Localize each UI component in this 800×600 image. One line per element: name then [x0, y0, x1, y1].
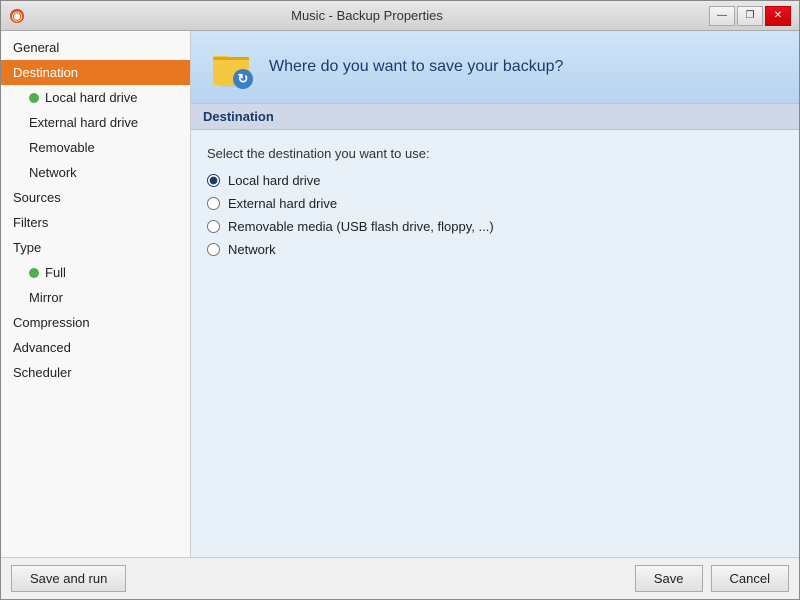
sidebar-item-label-scheduler: Scheduler — [13, 365, 72, 380]
radio-label-opt-removable: Removable media (USB flash drive, floppy… — [228, 219, 494, 234]
radio-label-opt-network: Network — [228, 242, 276, 257]
sidebar-item-local-hard-drive[interactable]: Local hard drive — [1, 85, 190, 110]
sidebar-item-compression[interactable]: Compression — [1, 310, 190, 335]
radio-option-opt-local[interactable]: Local hard drive — [207, 173, 783, 188]
sidebar-item-label-general: General — [13, 40, 59, 55]
sidebar-item-general[interactable]: General — [1, 35, 190, 60]
sidebar-item-label-mirror: Mirror — [29, 290, 63, 305]
sidebar-item-type[interactable]: Type — [1, 235, 190, 260]
title-bar: ◉ Music - Backup Properties — ❐ ✕ — [1, 1, 799, 31]
svg-text:◉: ◉ — [11, 8, 22, 23]
main-content: Destination Select the destination you w… — [191, 104, 799, 557]
cancel-button[interactable]: Cancel — [711, 565, 789, 592]
sidebar-item-network[interactable]: Network — [1, 160, 190, 185]
radio-option-opt-removable[interactable]: Removable media (USB flash drive, floppy… — [207, 219, 783, 234]
restore-button[interactable]: ❐ — [737, 6, 763, 26]
destination-options: Local hard drive External hard drive Remov… — [207, 173, 783, 257]
sidebar-item-label-local-hard-drive: Local hard drive — [45, 90, 138, 105]
window-controls: — ❐ ✕ — [709, 6, 791, 26]
sidebar-item-label-compression: Compression — [13, 315, 90, 330]
destination-subtitle: Select the destination you want to use: — [207, 146, 783, 161]
sidebar-item-label-sources: Sources — [13, 190, 61, 205]
status-dot-full — [29, 268, 39, 278]
save-run-button[interactable]: Save and run — [11, 565, 126, 592]
app-icon: ◉ — [9, 8, 25, 24]
window-title: Music - Backup Properties — [25, 8, 709, 23]
sidebar-item-label-destination: Destination — [13, 65, 78, 80]
radio-input-opt-external[interactable] — [207, 197, 220, 210]
radio-label-opt-external: External hard drive — [228, 196, 337, 211]
sidebar-item-full[interactable]: Full — [1, 260, 190, 285]
main-panel: ↻ Where do you want to save your backup?… — [191, 31, 799, 557]
content-area: General Destination Local hard drive Extern… — [1, 31, 799, 557]
sidebar-item-label-type: Type — [13, 240, 41, 255]
sidebar-item-filters[interactable]: Filters — [1, 210, 190, 235]
radio-input-opt-network[interactable] — [207, 243, 220, 256]
sidebar-item-label-advanced: Advanced — [13, 340, 71, 355]
status-dot-local-hard-drive — [29, 93, 39, 103]
radio-input-opt-local[interactable] — [207, 174, 220, 187]
sidebar-item-label-external-hard-drive: External hard drive — [29, 115, 138, 130]
sidebar-item-label-full: Full — [45, 265, 66, 280]
main-window: ◉ Music - Backup Properties — ❐ ✕ Genera… — [0, 0, 800, 600]
bottom-bar: Save and run Save Cancel — [1, 557, 799, 599]
sidebar-item-label-network: Network — [29, 165, 77, 180]
sidebar-item-removable[interactable]: Removable — [1, 135, 190, 160]
sidebar-item-external-hard-drive[interactable]: External hard drive — [1, 110, 190, 135]
bottom-left-buttons: Save and run — [11, 565, 126, 592]
close-button[interactable]: ✕ — [765, 6, 791, 26]
sidebar-item-label-filters: Filters — [13, 215, 48, 230]
sidebar-item-mirror[interactable]: Mirror — [1, 285, 190, 310]
sidebar-item-destination[interactable]: Destination — [1, 60, 190, 85]
bottom-right-buttons: Save Cancel — [635, 565, 789, 592]
sidebar-item-scheduler[interactable]: Scheduler — [1, 360, 190, 385]
sidebar-item-label-removable: Removable — [29, 140, 95, 155]
minimize-button[interactable]: — — [709, 6, 735, 26]
main-header: ↻ Where do you want to save your backup? — [191, 31, 799, 104]
sidebar: General Destination Local hard drive Extern… — [1, 31, 191, 557]
radio-input-opt-removable[interactable] — [207, 220, 220, 233]
header-question: Where do you want to save your backup? — [269, 58, 563, 76]
save-button[interactable]: Save — [635, 565, 703, 592]
radio-option-opt-network[interactable]: Network — [207, 242, 783, 257]
section-header: Destination — [191, 104, 799, 130]
radio-label-opt-local: Local hard drive — [228, 173, 321, 188]
sidebar-item-advanced[interactable]: Advanced — [1, 335, 190, 360]
backup-icon: ↻ — [207, 43, 255, 91]
sidebar-item-sources[interactable]: Sources — [1, 185, 190, 210]
content-body: Select the destination you want to use: … — [191, 146, 799, 273]
radio-option-opt-external[interactable]: External hard drive — [207, 196, 783, 211]
svg-text:↻: ↻ — [238, 71, 249, 86]
